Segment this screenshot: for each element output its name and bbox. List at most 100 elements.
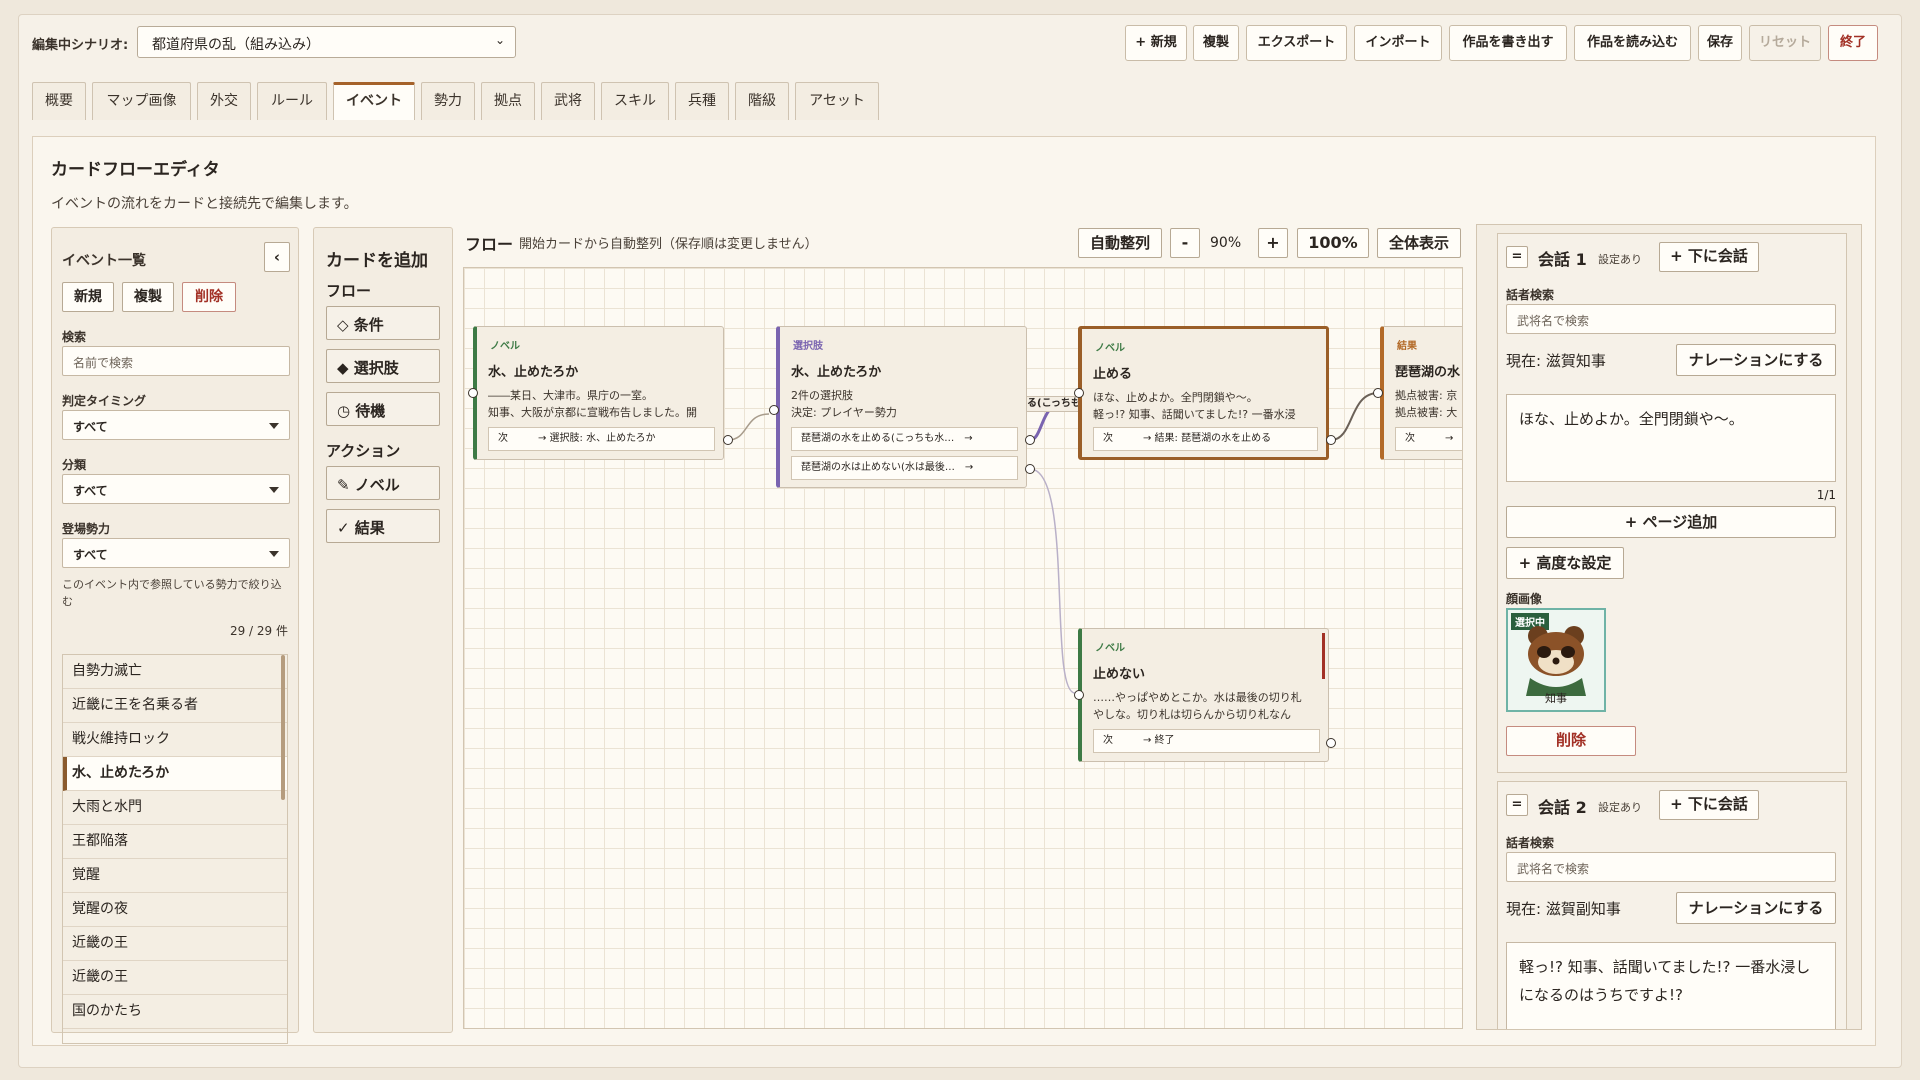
new-scenario-button[interactable]: + 新規 xyxy=(1125,25,1187,61)
save-button[interactable]: 保存 xyxy=(1698,25,1742,61)
drag-handle-icon[interactable]: = xyxy=(1506,246,1528,268)
face-image-label: 顔画像 xyxy=(1506,592,1543,606)
status-badge: 設定あり xyxy=(1598,253,1642,266)
input-port[interactable] xyxy=(769,405,779,415)
tab-assets[interactable]: アセット xyxy=(795,82,879,120)
list-item[interactable]: 覚醒 xyxy=(63,859,287,893)
drag-handle-icon[interactable]: = xyxy=(1506,794,1528,816)
add-below-button[interactable]: + 下に会話 xyxy=(1659,242,1759,272)
narration-button[interactable]: ナレーションにする xyxy=(1676,344,1836,376)
list-item[interactable]: 近畿の王 xyxy=(63,961,287,995)
zoom-in-button[interactable]: + xyxy=(1258,228,1288,258)
import-button[interactable]: インポート xyxy=(1354,25,1442,61)
tab-diplomacy[interactable]: 外交 xyxy=(197,82,251,120)
tab-overview[interactable]: 概要 xyxy=(32,82,86,120)
output-port[interactable] xyxy=(1025,435,1035,445)
add-below-button[interactable]: + 下に会話 xyxy=(1659,790,1759,820)
add-result-button[interactable]: ✓ 結果 xyxy=(326,509,440,543)
reset-button[interactable]: リセット xyxy=(1749,25,1821,61)
card-line: ――某日、大津市。県庁の一室。 xyxy=(488,389,653,402)
list-item[interactable]: 戦火維持ロック xyxy=(63,723,287,757)
card-next-row[interactable]: 次 → 結果: 琵琶湖の水を止める xyxy=(1093,427,1318,451)
search-input[interactable]: 名前で検索 xyxy=(62,346,290,376)
dialogue-textarea[interactable]: 軽っ!? 知事、話聞いてました!? 一番水浸しになるのはうちですよ!? xyxy=(1506,942,1836,1029)
input-port[interactable] xyxy=(468,388,478,398)
list-item[interactable]: 近畿に王を名乗る者 xyxy=(63,689,287,723)
input-port[interactable] xyxy=(1074,690,1084,700)
tab-factions[interactable]: 勢力 xyxy=(421,82,475,120)
page-indicator: 1/1 xyxy=(1816,488,1836,502)
advanced-settings-button[interactable]: + 高度な設定 xyxy=(1506,547,1624,579)
delete-face-button[interactable]: 削除 xyxy=(1506,726,1636,756)
list-scrollbar[interactable] xyxy=(281,655,285,800)
event-list: 自勢力滅亡 近畿に王を名乗る者 戦火維持ロック 水、止めたろか 大雨と水門 王都… xyxy=(62,654,288,1044)
tab-rules[interactable]: ルール xyxy=(257,82,327,120)
load-work-button[interactable]: 作品を読み込む xyxy=(1574,25,1691,61)
export-button[interactable]: エクスポート xyxy=(1246,25,1347,61)
exit-button[interactable]: 終了 xyxy=(1828,25,1878,61)
delete-event-button[interactable]: 削除 xyxy=(182,282,236,312)
tab-generals[interactable]: 武将 xyxy=(541,82,595,120)
timing-select[interactable]: すべて xyxy=(62,410,290,440)
card-next-row[interactable]: 次 → 終了 xyxy=(1093,729,1320,753)
faction-select[interactable]: すべて xyxy=(62,538,290,568)
write-work-button[interactable]: 作品を書き出す xyxy=(1449,25,1567,61)
list-item[interactable]: 大雨と水門 xyxy=(63,791,287,825)
fit-all-button[interactable]: 全体表示 xyxy=(1377,228,1461,258)
add-condition-button[interactable]: ◇ 条件 xyxy=(326,306,440,340)
zoom-level: 90% xyxy=(1210,235,1242,251)
copy-scenario-button[interactable]: 複製 xyxy=(1193,25,1239,61)
face-image-tile[interactable]: 選択中 知事 xyxy=(1506,608,1606,712)
flow-canvas[interactable]: る(こっちも ノベル 水、止めたろか ――某日、大津市。県庁の一室。 知事、大阪が… xyxy=(463,267,1463,1029)
tab-skills[interactable]: スキル xyxy=(601,82,669,120)
category-select[interactable]: すべて xyxy=(62,474,290,504)
dropdown-arrow-icon xyxy=(269,423,279,429)
list-item[interactable]: 自勢力滅亡 xyxy=(63,655,287,689)
flow-card-result[interactable]: 結果 琵琶湖の水 拠点被害: 京拠点被害: 大 次 → xyxy=(1380,326,1462,460)
collapse-sidebar-button[interactable]: ‹ xyxy=(264,242,290,272)
list-item[interactable]: 覚醒の夜 xyxy=(63,893,287,927)
event-count: 29 / 29 件 xyxy=(229,624,288,638)
choice-option-row[interactable]: 琵琶湖の水を止める(こっちも水… → xyxy=(791,427,1018,451)
zoom-reset-button[interactable]: 100% xyxy=(1297,228,1369,258)
conversation-title: 会話 1 xyxy=(1538,250,1587,269)
narration-button[interactable]: ナレーションにする xyxy=(1676,892,1836,924)
flow-card-novel[interactable]: ノベル 水、止めたろか ――某日、大津市。県庁の一室。 知事、大阪が京都に宣戦布告… xyxy=(473,326,724,460)
add-wait-button[interactable]: ◷ 待機 xyxy=(326,392,440,426)
card-next-row[interactable]: 次 → xyxy=(1395,427,1462,451)
tab-events[interactable]: イベント xyxy=(333,82,415,120)
list-item[interactable]: 近畿の王 xyxy=(63,927,287,961)
flow-card-choice[interactable]: 選択肢 水、止めたろか 2件の選択肢 決定: プレイヤー勢力 琵琶湖の水を止める(… xyxy=(776,326,1027,488)
tab-map-image[interactable]: マップ画像 xyxy=(92,82,191,120)
tab-bases[interactable]: 拠点 xyxy=(481,82,535,120)
tab-unit-types[interactable]: 兵種 xyxy=(675,82,729,120)
list-item[interactable]: 国のかたち xyxy=(63,995,287,1029)
raccoon-dog-portrait-icon xyxy=(1526,626,1586,696)
add-novel-button[interactable]: ✎ ノベル xyxy=(326,466,440,500)
output-port[interactable] xyxy=(1326,738,1336,748)
list-item-selected[interactable]: 水、止めたろか xyxy=(63,757,287,791)
input-port[interactable] xyxy=(1074,388,1084,398)
conversation-block-2: = 会話 2 設定あり + 下に会話 話者検索 武将名で検索 現在: 滋賀副知事… xyxy=(1497,781,1847,1029)
flow-card-novel-selected[interactable]: ノベル 止める ほな、止めよか。全門閉鎖や〜。 軽っ!? 知事、話聞いてました!?… xyxy=(1078,326,1329,460)
scenario-select[interactable]: 都道府県の乱（組み込み） ⌄ xyxy=(137,26,516,58)
output-port[interactable] xyxy=(1326,435,1336,445)
add-page-button[interactable]: + ページ追加 xyxy=(1506,506,1836,538)
new-event-button[interactable]: 新規 xyxy=(62,282,114,312)
speaker-search-input[interactable]: 武将名で検索 xyxy=(1506,852,1836,882)
tab-ranks[interactable]: 階級 xyxy=(735,82,789,120)
auto-arrange-button[interactable]: 自動整列 xyxy=(1078,228,1162,258)
list-item[interactable]: 王都陥落 xyxy=(63,825,287,859)
card-line: 軽っ!? 知事、話聞いてました!? 一番水浸 xyxy=(1093,408,1296,421)
input-port[interactable] xyxy=(1373,388,1383,398)
output-port[interactable] xyxy=(1025,464,1035,474)
zoom-out-button[interactable]: - xyxy=(1170,228,1200,258)
card-next-row[interactable]: 次 → 選択肢: 水、止めたろか xyxy=(488,427,715,451)
dialogue-textarea[interactable]: ほな、止めよか。全門閉鎖や〜。 xyxy=(1506,394,1836,482)
output-port[interactable] xyxy=(723,435,733,445)
add-choice-button[interactable]: ◆ 選択肢 xyxy=(326,349,440,383)
choice-option-row[interactable]: 琵琶湖の水は止めない(水は最後… → xyxy=(791,456,1018,480)
flow-card-novel[interactable]: ノベル 止めない ……やっぱやめとこか。水は最後の切り札 やしな。切り札は切らんか… xyxy=(1078,628,1329,762)
speaker-search-input[interactable]: 武将名で検索 xyxy=(1506,304,1836,334)
copy-event-button[interactable]: 複製 xyxy=(122,282,174,312)
